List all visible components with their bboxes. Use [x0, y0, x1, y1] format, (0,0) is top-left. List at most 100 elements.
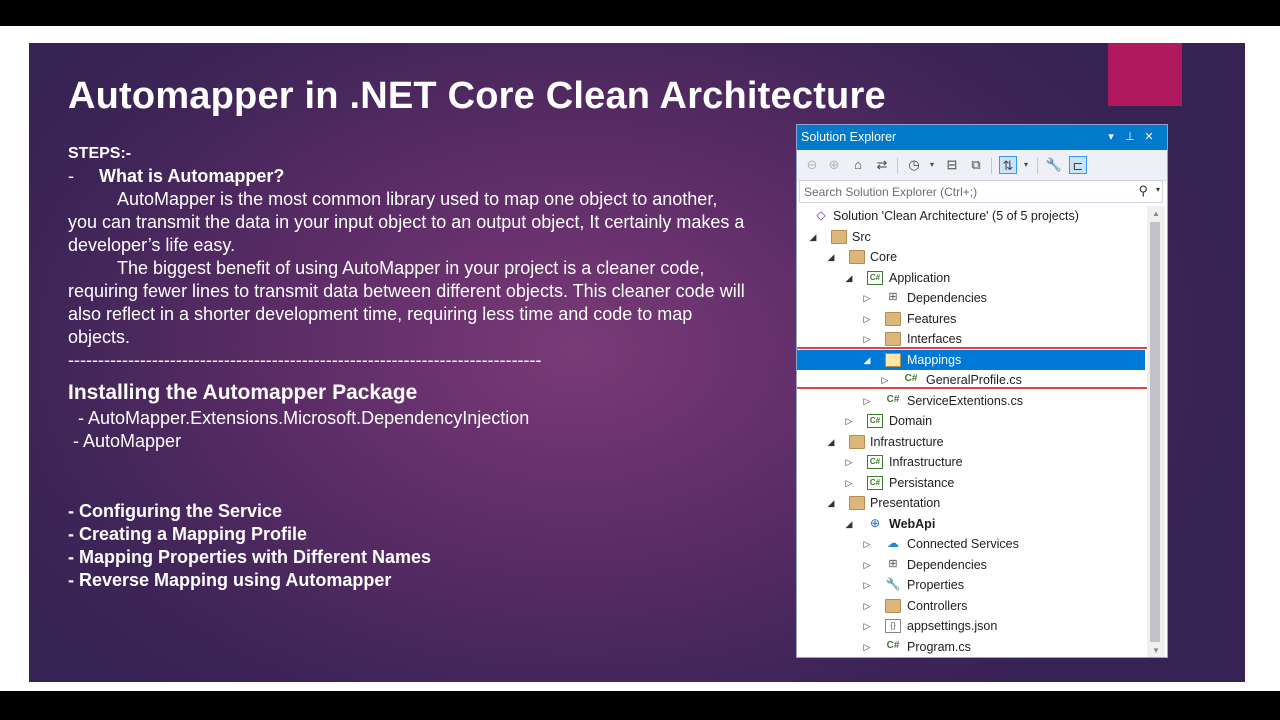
search-input[interactable]: Search Solution Explorer (Ctrl+;) — [804, 185, 977, 199]
folder-icon — [831, 230, 847, 244]
tree-item-label: Dependencies — [907, 558, 987, 572]
expanded-arrow-icon[interactable]: ◢ — [825, 432, 837, 452]
switch-views-icon[interactable]: ⇄ — [873, 156, 891, 174]
topic-item: - Reverse Mapping using Automapper — [68, 570, 392, 590]
tree-item-label: GeneralProfile.cs — [926, 373, 1022, 387]
solution-explorer-search[interactable]: Search Solution Explorer (Ctrl+;) ⚲ ▾ — [799, 180, 1163, 203]
properties-icon: 🔧 — [885, 577, 901, 591]
window-position-dropdown-icon[interactable]: ▾ — [1104, 129, 1118, 145]
paragraph-2: The biggest benefit of using AutoMapper … — [68, 257, 748, 349]
csharp-project-icon: C# — [867, 414, 883, 428]
expanded-arrow-icon[interactable]: ◢ — [843, 514, 855, 534]
tree-item-interfaces[interactable]: ▷ Interfaces — [797, 329, 1145, 349]
tree-item-presentation[interactable]: ◢ Presentation — [797, 493, 1145, 513]
paragraph-1-text: AutoMapper is the most common library us… — [68, 189, 745, 255]
home-icon[interactable]: ⌂ — [849, 156, 867, 174]
dependencies-icon: ⊞ — [888, 291, 898, 303]
tree-item-application[interactable]: ◢ C# Application — [797, 268, 1145, 288]
sync-dropdown-icon[interactable]: ▾ — [1017, 156, 1035, 174]
tree-item-appsettings[interactable]: ▷ {} appsettings.json — [797, 616, 1145, 636]
tree-item-properties[interactable]: ▷ 🔧 Properties — [797, 575, 1145, 595]
forward-icon[interactable]: ⊕ — [825, 156, 843, 174]
tree-item-controllers[interactable]: ▷ Controllers — [797, 596, 1145, 616]
install-heading: Installing the Automapper Package — [68, 381, 418, 404]
properties-wrench-icon[interactable]: 🔧 — [1045, 156, 1063, 174]
collapsed-arrow-icon[interactable]: ▷ — [861, 534, 873, 554]
collapsed-arrow-icon[interactable]: ▷ — [861, 575, 873, 595]
tree-item-persistance[interactable]: ▷ C# Persistance — [797, 473, 1145, 493]
tree-item-src[interactable]: ◢ Src — [797, 227, 1145, 247]
collapsed-arrow-icon[interactable]: ▷ — [861, 637, 873, 657]
folder-icon — [885, 599, 901, 613]
tree-item-core[interactable]: ◢ Core — [797, 247, 1145, 267]
collapsed-arrow-icon[interactable]: ▷ — [843, 473, 855, 493]
csharp-file-icon: C# — [904, 373, 918, 384]
search-options-dropdown-icon[interactable]: ▾ — [1156, 185, 1160, 194]
csharp-file-icon: C# — [886, 640, 900, 651]
collapsed-arrow-icon[interactable]: ▷ — [861, 391, 873, 411]
tree-item-label: Core — [870, 250, 898, 264]
folder-icon — [885, 332, 901, 346]
tree-item-label: Infrastructure — [870, 435, 944, 449]
tree-item-dependencies[interactable]: ▷ ⊞ Dependencies — [797, 555, 1145, 575]
tree-item-label: Connected Services — [907, 537, 1019, 551]
collapsed-arrow-icon[interactable]: ▷ — [861, 329, 873, 349]
tree-item-label: Infrastructure — [889, 455, 963, 469]
slide-title: Automapper in .NET Core Clean Architectu… — [68, 75, 886, 117]
expanded-arrow-icon[interactable]: ◢ — [807, 227, 819, 247]
expanded-arrow-icon[interactable]: ◢ — [843, 268, 855, 288]
tree-item-domain[interactable]: ▷ C# Domain — [797, 411, 1145, 431]
tree-item-infrastructure-project[interactable]: ▷ C# Infrastructure — [797, 452, 1145, 472]
pin-icon[interactable]: ⊥ — [1123, 129, 1137, 145]
tree-item-label: ServiceExtentions.cs — [907, 394, 1024, 408]
tree-item-solution[interactable]: ◇ Solution 'Clean Architecture' (5 of 5 … — [797, 206, 1145, 226]
collapsed-arrow-icon[interactable]: ▷ — [879, 370, 891, 390]
tree-item-label: Persistance — [889, 476, 955, 490]
folder-icon — [849, 250, 865, 264]
tree-item-serviceextentions[interactable]: ▷ C# ServiceExtentions.cs — [797, 391, 1145, 411]
tree-item-infrastructure-folder[interactable]: ◢ Infrastructure — [797, 432, 1145, 452]
tree-item-mappings[interactable]: ◢ Mappings — [797, 350, 1145, 370]
tree-item-dependencies[interactable]: ▷ ⊞ Dependencies — [797, 288, 1145, 308]
question-heading: What is Automapper? — [99, 166, 285, 186]
sync-icon[interactable]: ⇅ — [999, 156, 1017, 174]
paragraph-1: AutoMapper is the most common library us… — [68, 188, 748, 257]
back-icon[interactable]: ⊖ — [803, 156, 821, 174]
collapsed-arrow-icon[interactable]: ▷ — [843, 411, 855, 431]
connected-services-icon: ☁ — [887, 536, 899, 550]
search-icon[interactable]: ⚲ — [1138, 183, 1148, 199]
preview-icon[interactable]: ⊏ — [1069, 156, 1087, 174]
collapsed-arrow-icon[interactable]: ▷ — [861, 596, 873, 616]
collapsed-arrow-icon[interactable]: ▷ — [843, 452, 855, 472]
collapsed-arrow-icon[interactable]: ▷ — [861, 288, 873, 308]
package-item: - AutoMapper — [68, 431, 182, 451]
scrollbar-thumb[interactable] — [1150, 222, 1160, 642]
tree-item-program[interactable]: ▷ C# Program.cs — [797, 637, 1145, 657]
topic-item: - Configuring the Service — [68, 501, 283, 521]
csharp-project-icon: C# — [867, 271, 883, 285]
folder-icon — [885, 312, 901, 326]
tree-item-label: Properties — [907, 578, 964, 592]
show-all-files-icon[interactable]: ⧉ — [967, 156, 985, 174]
scroll-down-icon[interactable]: ▼ — [1152, 646, 1160, 655]
expanded-arrow-icon[interactable]: ◢ — [825, 247, 837, 267]
paragraph-2-text: The biggest benefit of using AutoMapper … — [68, 258, 745, 347]
tree-item-features[interactable]: ▷ Features — [797, 309, 1145, 329]
history-icon[interactable]: ◷ — [905, 156, 923, 174]
tree-item-webapi[interactable]: ◢ ⊕ WebApi — [797, 514, 1145, 534]
tree-item-connected-services[interactable]: ▷ ☁ Connected Services — [797, 534, 1145, 554]
collapsed-arrow-icon[interactable]: ▷ — [861, 555, 873, 575]
history-dropdown-icon[interactable]: ▾ — [923, 156, 941, 174]
collapsed-arrow-icon[interactable]: ▷ — [861, 309, 873, 329]
expanded-arrow-icon[interactable]: ◢ — [861, 350, 873, 370]
close-icon[interactable]: ✕ — [1142, 129, 1156, 145]
collapsed-arrow-icon[interactable]: ▷ — [861, 616, 873, 636]
collapse-all-icon[interactable]: ⊟ — [943, 156, 961, 174]
web-project-icon: ⊕ — [869, 516, 881, 530]
tree-item-generalprofile[interactable]: ▷ C# GeneralProfile.cs — [797, 370, 1145, 390]
slide-body: STEPS:- - What is Automapper? AutoMapper … — [68, 142, 748, 592]
expanded-arrow-icon[interactable]: ◢ — [825, 493, 837, 513]
tree-item-label: appsettings.json — [907, 619, 998, 633]
scroll-up-icon[interactable]: ▲ — [1152, 209, 1160, 218]
package-item: - AutoMapper.Extensions.Microsoft.Depend… — [68, 408, 530, 428]
